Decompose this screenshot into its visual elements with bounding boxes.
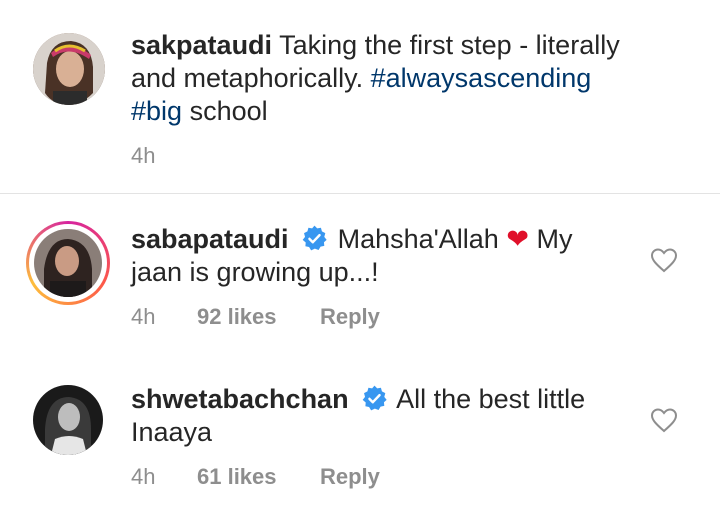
caption-timestamp[interactable]: 4h (131, 143, 197, 169)
avatar-image (33, 385, 103, 455)
comment-username[interactable]: sabapataudi (131, 224, 289, 254)
heart-outline-icon[interactable] (650, 247, 678, 273)
comment-text-line1: All the best little (396, 384, 586, 414)
comment-username[interactable]: shwetabachchan (131, 384, 349, 414)
caption-username[interactable]: sakpataudi (131, 30, 272, 60)
avatar-shwetabachchan[interactable] (33, 385, 103, 455)
comment-text-line2: jaan is growing up...! (131, 257, 379, 287)
comment-meta: 4h 92 likes Reply (131, 304, 380, 330)
caption-text: sakpataudi Taking the first step - liter… (131, 29, 631, 128)
caption-meta: 4h (131, 143, 197, 169)
avatar-sakpataudi[interactable] (33, 33, 105, 105)
avatar-image (33, 33, 105, 105)
caption-text-line3: school (189, 96, 268, 126)
hashtag-big[interactable]: #big (131, 96, 182, 126)
comment-text: sabapataudi Mahsha'Allah ❤ My jaan is gr… (131, 223, 631, 289)
verified-badge-icon (362, 385, 387, 411)
reply-button[interactable]: Reply (320, 464, 380, 490)
reply-button[interactable]: Reply (320, 304, 380, 330)
caption-text-line1: Taking the first step - literally (279, 30, 620, 60)
post-caption: sakpataudi Taking the first step - liter… (0, 0, 720, 194)
comment-text-part2: My (536, 224, 573, 254)
comment-likes-count[interactable]: 61 likes (197, 464, 320, 490)
comment-meta: 4h 61 likes Reply (131, 464, 380, 490)
comment-text: shwetabachchan All the best little Inaay… (131, 383, 631, 449)
verified-badge-icon (302, 225, 327, 251)
divider (0, 193, 720, 194)
hashtag-alwaysascending[interactable]: #alwaysascending (371, 63, 592, 93)
comment-text-part1: Mahsha'Allah (337, 224, 499, 254)
red-heart-emoji: ❤ (506, 224, 529, 254)
comment-timestamp[interactable]: 4h (131, 304, 197, 330)
comment-timestamp[interactable]: 4h (131, 464, 197, 490)
avatar-sabapataudi (34, 229, 102, 297)
story-ring[interactable] (26, 221, 110, 305)
comment-likes-count[interactable]: 92 likes (197, 304, 320, 330)
comment-text-line2: Inaaya (131, 417, 213, 447)
caption-text-line2: and metaphorically. (131, 63, 364, 93)
avatar-image (34, 229, 102, 297)
heart-outline-icon[interactable] (650, 407, 678, 433)
